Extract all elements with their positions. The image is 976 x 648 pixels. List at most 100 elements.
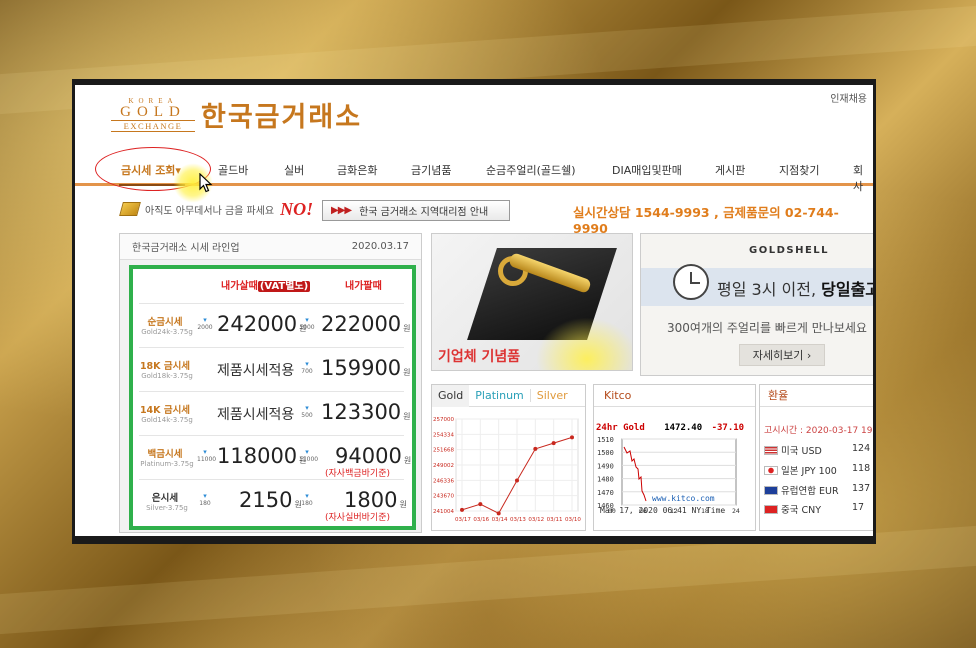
buy-price: 118000 원 <box>217 444 307 468</box>
browser-frame: 인재채용 KOREA GOLD EXCHANGE 한국금거래소 금시세 조회▾ … <box>72 79 876 544</box>
price-row-silver: 은시세 Silver-3.75g ▾ 180 2150 원 ▾ 180 1800 원 (… <box>139 479 407 523</box>
goldshell-subline: 300여개의 주얼리를 빠르게 만나보세요 <box>667 321 867 335</box>
nav-company[interactable]: 회사 <box>853 162 873 194</box>
fx-title: 환율 <box>760 385 873 407</box>
down-triangle-icon: ▾ <box>203 448 207 456</box>
fx-value-cny: 17 <box>852 502 865 513</box>
fx-value-usd: 124 <box>852 443 871 454</box>
kitco-price: 1472.40 <box>664 423 703 433</box>
chart-y-tick: 243670 <box>433 494 454 500</box>
fx-time: 고시시간 : 2020-03-17 19 <box>764 426 873 436</box>
buy-change: ▾ 11000 <box>197 448 217 464</box>
logo-title: 한국금거래소 <box>201 102 363 133</box>
buy-change: ▾ 2000 <box>197 316 213 332</box>
fx-row-cny: 중국 CNY <box>764 502 821 516</box>
gold-price-chart: 257000 254334 251668 249002 246336 243670 2410… <box>433 417 581 523</box>
sell-change: ▾ 180 <box>299 493 315 508</box>
nav-board[interactable]: 게시판 <box>715 162 745 178</box>
row-name: 백금시세 <box>147 449 183 460</box>
chart-y-tick: 254334 <box>433 432 454 438</box>
fx-row-usd: 미국 USD <box>764 443 822 457</box>
chart-point <box>515 478 519 483</box>
tab-silver[interactable]: Silver <box>531 389 574 402</box>
col-buy-header: 내가살때 (VAT별도) <box>221 277 311 292</box>
logo-mark: KOREA GOLD EXCHANGE <box>111 97 195 132</box>
us-flag-icon <box>764 446 778 455</box>
price-row-gold18k: 18K 금시세 Gold18k-3.75g 제품시세적용 ▾ 700 159900… <box>139 347 411 391</box>
chart-point <box>551 441 556 446</box>
sell-price: 94000 원 <box>335 444 412 468</box>
kitco-footer: Mar 17, 2020 06:41 NY Time <box>600 506 726 515</box>
agent-info-label: 한국 금거래소 지역대리점 안내 <box>359 207 489 218</box>
nav-silver[interactable]: 실버 <box>284 162 304 178</box>
goldshell-more-button[interactable]: 자세히보기 › <box>739 344 825 366</box>
fx-row-jpy: 일본 JPY 100 <box>764 463 837 477</box>
sell-change: ▾ 1000 <box>299 316 315 332</box>
fx-row-eur: 유럽연합 EUR <box>764 483 839 497</box>
corporate-souvenir-banner[interactable]: 기업체 기념품 <box>431 233 633 371</box>
sell-change: ▾ 700 <box>299 360 315 376</box>
price-table: 내가살때 (VAT별도) 내가팔때 순금시세 Gold24k-3.75g ▾ 200… <box>129 265 416 530</box>
chart-x-tick: 03/10 <box>565 517 581 523</box>
kitco-chart: 15101500149014801470146000 06 12 18 24www.ki… <box>597 436 740 513</box>
chart-x-tick: 03/11 <box>547 517 563 523</box>
col-buy-label: 내가살때 <box>221 281 258 292</box>
chart-y-tick: 241004 <box>433 509 454 515</box>
tab-gold[interactable]: Gold <box>432 384 470 407</box>
row-name: 18K 금시세 <box>139 361 191 372</box>
kitco-panel: Kitco 24hr Gold 1472.40 -37.10 1510 1500 1… <box>593 384 756 531</box>
nav-gold-bar[interactable]: 골드바 <box>218 162 248 178</box>
down-triangle-icon: ▾ <box>203 492 207 500</box>
chart-x-tick: 03/14 <box>492 517 508 523</box>
buy-applied-text: 제품시세적용 <box>217 363 295 379</box>
nav-branches[interactable]: 지점찾기 <box>779 162 819 178</box>
nav-coins[interactable]: 금화은화 <box>337 162 377 178</box>
fx-value-jpy: 118 <box>852 463 871 474</box>
nav-diamond[interactable]: DIA매입및판매 <box>612 162 682 178</box>
kitco-y-tick: 1490 <box>597 462 614 470</box>
kitco-y-tick: 1480 <box>597 476 614 484</box>
gold-bar-icon <box>119 202 141 216</box>
sell-price: 123300 원 <box>321 400 411 424</box>
web-page: 인재채용 KOREA GOLD EXCHANGE 한국금거래소 금시세 조회▾ … <box>75 85 873 536</box>
nav-jewelry[interactable]: 순금주얼리(골드쉘) <box>486 162 576 178</box>
sell-change: ▾ 11000 <box>299 448 319 464</box>
tab-platinum[interactable]: Platinum <box>469 389 531 402</box>
chart-x-tick: 03/17 <box>455 517 471 523</box>
cursor-highlight <box>532 314 632 370</box>
agent-info-button[interactable]: ▶▶▶ 한국 금거래소 지역대리점 안내 <box>322 200 510 221</box>
silver-note: (자사실버바기준) <box>325 513 390 523</box>
price-panel-title: 한국금거래소 시세 라인업 <box>132 243 240 254</box>
logo-gold: GOLD <box>120 104 186 120</box>
chart-y-tick: 257000 <box>433 417 454 423</box>
chart-point <box>478 502 483 507</box>
chart-x-tick: 03/16 <box>473 517 489 523</box>
goldshell-banner[interactable]: GOLDSHELL 평일 3시 이전, 당일출고 300여개의 주얼리를 빠르게… <box>640 233 873 376</box>
chart-tabs: Gold Platinum Silver <box>432 384 585 407</box>
triple-arrow-icon: ▶▶▶ <box>331 205 352 216</box>
site-logo[interactable]: KOREA GOLD EXCHANGE 한국금거래소 <box>111 95 362 134</box>
down-triangle-icon: ▾ <box>305 448 309 456</box>
price-row-platinum: 백금시세 Platinum-3.75g ▾ 11000 118000 원 ▾ 1100… <box>139 435 411 479</box>
sell-price: 159900 원 <box>321 356 411 380</box>
kitco-label: 24hr Gold <box>596 423 645 433</box>
promo-no: NO! <box>280 198 314 219</box>
down-triangle-icon: ▾ <box>305 316 309 324</box>
col-sell-header: 내가팔때 <box>345 281 382 292</box>
japan-flag-icon <box>764 466 778 475</box>
kitco-change: -37.10 <box>711 423 745 433</box>
careers-link[interactable]: 인재채용 <box>830 90 867 105</box>
row-sub: Gold18k-3.75g <box>141 372 193 380</box>
price-panel: 한국금거래소 시세 라인업 2020.03.17 내가살때 (VAT별도) 내가팔… <box>119 233 422 533</box>
sell-price: 222000 원 <box>321 312 411 336</box>
chart-y-tick: 251668 <box>433 448 454 454</box>
mouse-cursor-icon <box>199 173 213 193</box>
kitco-header: 24hr Gold 1472.40 -37.10 <box>596 423 744 433</box>
row-sub: Gold14k-3.75g <box>141 416 193 424</box>
row-name: 은시세 <box>151 493 179 504</box>
nav-souvenir[interactable]: 금기념품 <box>411 162 451 178</box>
promo-banner[interactable]: 아직도 아무데서나 금을 파세요 NO! <box>119 197 314 221</box>
down-triangle-icon: ▾ <box>305 360 309 368</box>
chart-point <box>570 435 574 440</box>
kitco-y-tick: 1470 <box>597 489 614 497</box>
